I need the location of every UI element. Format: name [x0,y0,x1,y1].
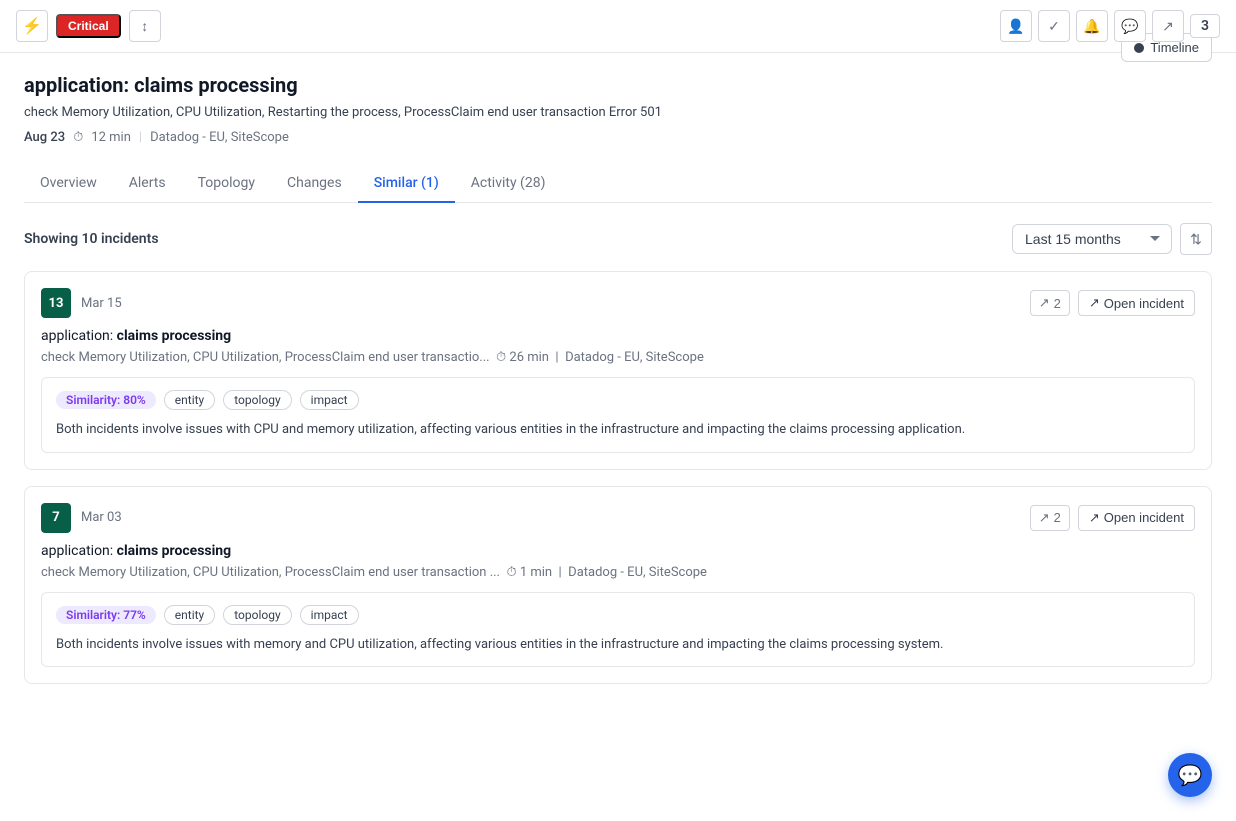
incident-duration: 12 min [91,130,131,145]
incident-2-similarity-tags: Similarity: 77% entity topology impact [56,605,1180,625]
duration-icon: ⏱ [73,130,83,145]
incident-date: Aug 23 [24,130,65,145]
incident-2-open-button[interactable]: ↗ Open incident [1078,505,1195,531]
incidents-sort-button[interactable]: ⇅ [1180,223,1212,255]
incident-1-tag-topology: topology [223,390,291,410]
comment-icon: 💬 [1121,18,1138,35]
tab-activity[interactable]: Activity (28) [455,165,562,203]
incident-1-number: 13 [41,288,71,318]
meta-divider: | [139,130,142,145]
incident-1-share-count: 2 [1054,296,1061,311]
card-2-actions: ↗ 2 ↗ Open incident [1030,505,1195,531]
card-2-header-left: 7 Mar 03 [41,503,122,533]
incident-1-tag-impact: impact [300,390,359,410]
incident-2-desc: check Memory Utilization, CPU Utilizatio… [41,565,1195,580]
incidents-header: Showing 10 incidents Last 15 months Last… [24,223,1212,255]
duration-icon-2: ⏱ [506,565,516,580]
subtitle-text: check Memory Utilization, CPU Utilizatio… [24,105,662,120]
tab-similar[interactable]: Similar (1) [358,165,455,203]
user-icon-button[interactable]: 👤 [1000,10,1032,42]
incident-2-date: Mar 03 [81,510,122,525]
incident-2-tag-entity: entity [164,605,215,625]
user-icon: 👤 [1007,18,1024,35]
sort-arrows-icon: ⇅ [1190,231,1202,248]
top-bar: ⚡ Critical ↕ 👤 ✓ 🔔 💬 ↗ 3 [0,0,1236,53]
tab-changes[interactable]: Changes [271,165,358,203]
incident-2-title: application: claims processing [41,543,1195,559]
incident-2-tag-impact: impact [300,605,359,625]
incident-meta: Aug 23 ⏱ 12 min | Datadog - EU, SiteScop… [24,130,1212,145]
card-2-header: 7 Mar 03 ↗ 2 ↗ Open incident [41,503,1195,533]
external-link-icon: ↗ [1089,295,1100,311]
incident-1-date: Mar 15 [81,296,122,311]
check-icon: ✓ [1048,18,1060,35]
title-prefix: application: [24,73,129,97]
incident-1-title: application: claims processing [41,328,1195,344]
incident-2-share-button[interactable]: ↗ 2 [1030,505,1070,531]
incident-1-open-button[interactable]: ↗ Open incident [1078,290,1195,316]
duration-icon-1: ⏱ [496,350,506,365]
incidents-count: Showing 10 incidents [24,231,159,247]
incident-1-similarity-box: Similarity: 80% entity topology impact B… [41,377,1195,453]
tabs-bar: Overview Alerts Topology Changes Similar… [24,165,1212,203]
incident-1-source: Datadog - EU, SiteScope [565,350,704,365]
incident-2-similarity-badge: Similarity: 77% [56,606,156,624]
top-bar-left: ⚡ Critical ↕ [16,10,161,42]
time-filter-dropdown[interactable]: Last 15 months Last 30 days Last 90 days… [1012,224,1172,254]
incident-2-source: Datadog - EU, SiteScope [568,565,707,580]
sort-icon: ↕ [141,18,148,34]
incident-2-tag-topology: topology [223,605,291,625]
incident-1-share-button[interactable]: ↗ 2 [1030,290,1070,316]
share-icon: ↗ [1162,18,1174,35]
incident-1-similarity-tags: Similarity: 80% entity topology impact [56,390,1180,410]
notification-count: 3 [1190,14,1220,38]
incident-title: application: claims processing [24,73,1212,97]
tab-alerts[interactable]: Alerts [113,165,182,203]
timeline-dot-icon [1134,43,1144,53]
incident-1-tag-entity: entity [164,390,215,410]
incident-card-2: 7 Mar 03 ↗ 2 ↗ Open incident application… [24,486,1212,685]
check-icon-button[interactable]: ✓ [1038,10,1070,42]
tab-topology[interactable]: Topology [182,165,271,203]
incident-2-similarity-box: Similarity: 77% entity topology impact B… [41,592,1195,668]
incidents-controls: Last 15 months Last 30 days Last 90 days… [1012,223,1212,255]
incident-source: Datadog - EU, SiteScope [150,130,289,145]
card-1-actions: ↗ 2 ↗ Open incident [1030,290,1195,316]
title-bold: claims processing [134,73,298,97]
incident-1-similarity-badge: Similarity: 80% [56,391,156,409]
chat-icon: 💬 [1178,763,1203,787]
lightning-button[interactable]: ⚡ [16,10,48,42]
incident-1-similarity-text: Both incidents involve issues with CPU a… [56,420,1180,440]
incident-2-duration: 1 min [520,565,552,580]
share-arrow-icon: ↗ [1039,295,1050,311]
top-bar-right: 👤 ✓ 🔔 💬 ↗ 3 [1000,10,1220,42]
comment-icon-button[interactable]: 💬 [1114,10,1146,42]
incident-card-1: 13 Mar 15 ↗ 2 ↗ Open incident applicatio… [24,271,1212,470]
timeline-label: Timeline [1150,40,1199,55]
incident-2-similarity-text: Both incidents involve issues with memor… [56,635,1180,655]
critical-badge[interactable]: Critical [56,14,121,38]
incident-subtitle: check Memory Utilization, CPU Utilizatio… [24,105,1212,120]
chat-fab-button[interactable]: 💬 [1168,753,1212,797]
sort-toggle-button[interactable]: ↕ [129,10,161,42]
share-icon-button[interactable]: ↗ [1152,10,1184,42]
tab-overview[interactable]: Overview [24,165,113,203]
card-1-header-left: 13 Mar 15 [41,288,122,318]
incident-2-number: 7 [41,503,71,533]
bell-icon: 🔔 [1083,18,1100,35]
external-link-icon-2: ↗ [1089,510,1100,526]
incident-1-desc: check Memory Utilization, CPU Utilizatio… [41,350,1195,365]
incident-1-duration: 26 min [509,350,549,365]
share-arrow-icon-2: ↗ [1039,510,1050,526]
incident-2-share-count: 2 [1054,510,1061,525]
card-1-header: 13 Mar 15 ↗ 2 ↗ Open incident [41,288,1195,318]
bell-icon-button[interactable]: 🔔 [1076,10,1108,42]
main-content: Timeline application: claims processing … [0,53,1236,720]
